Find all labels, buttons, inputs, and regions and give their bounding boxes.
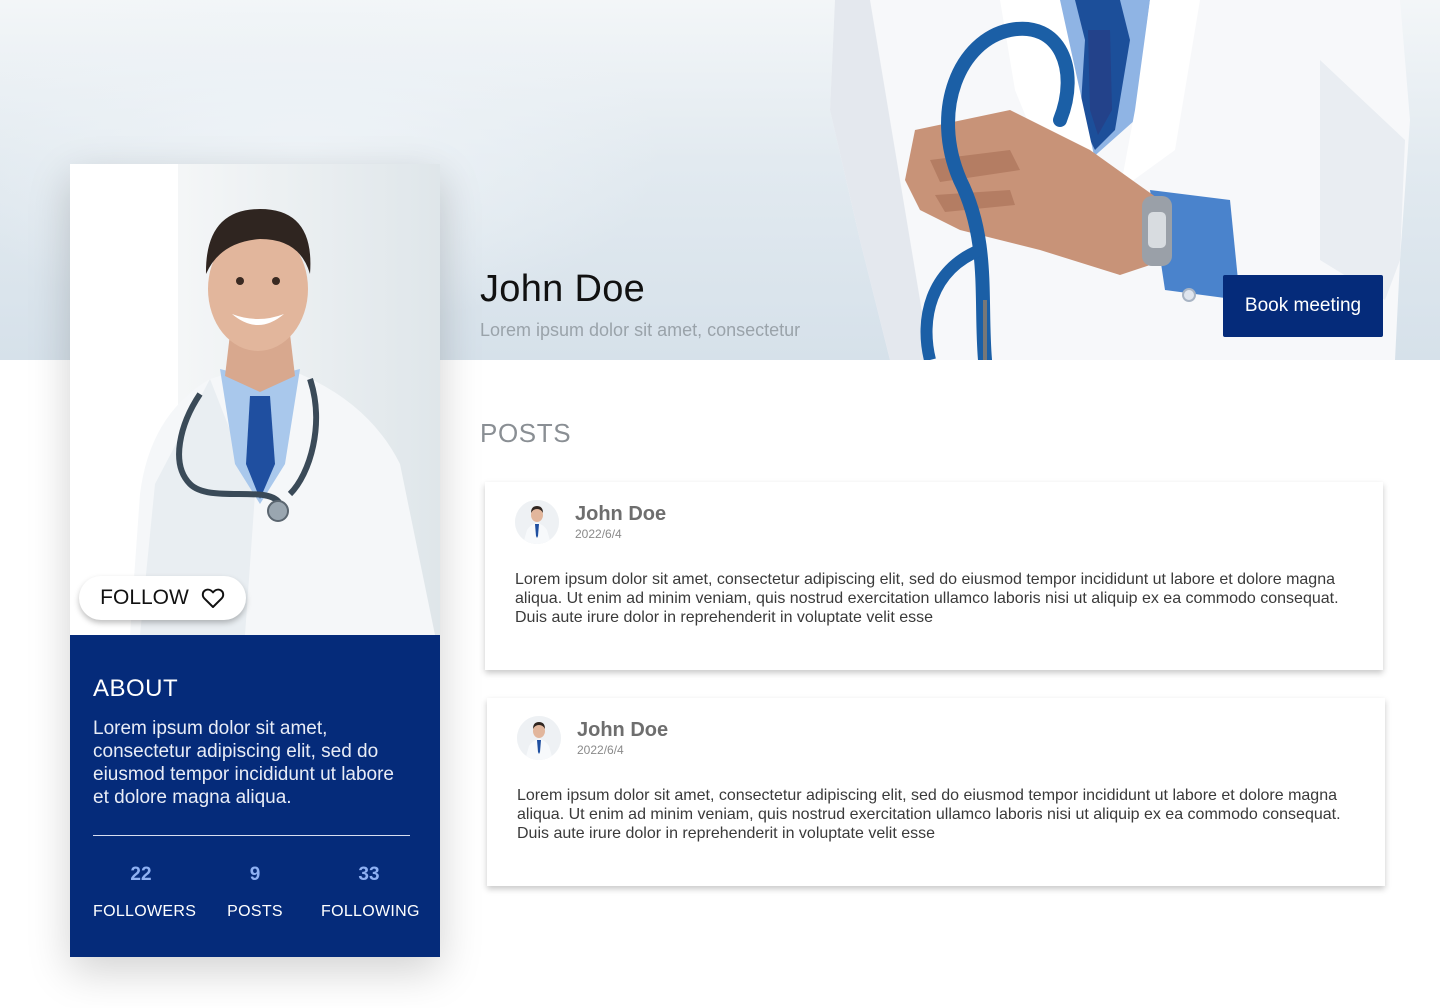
post-meta: John Doe 2022/6/4 (575, 503, 666, 541)
book-meeting-button[interactable]: Book meeting (1223, 275, 1383, 337)
stat-followers-value: 22 (130, 864, 152, 885)
about-divider (93, 835, 410, 836)
avatar[interactable] (517, 716, 561, 760)
stat-posts[interactable]: 9 POSTS (189, 864, 321, 921)
heart-icon (201, 588, 225, 608)
post-author[interactable]: John Doe (577, 719, 668, 742)
stat-following-label: FOLLOWING (321, 903, 420, 920)
follow-label: FOLLOW (100, 586, 189, 609)
hero-subtitle: Lorem ipsum dolor sit amet, consectetur (480, 320, 801, 340)
stat-followers[interactable]: 22 FOLLOWERS (93, 864, 197, 921)
stat-following[interactable]: 33 FOLLOWING (321, 864, 420, 921)
post-author[interactable]: John Doe (575, 503, 666, 526)
avatar[interactable] (515, 500, 559, 544)
stat-posts-label: POSTS (227, 903, 283, 920)
post-body: Lorem ipsum dolor sit amet, consectetur … (517, 787, 1341, 842)
follow-button[interactable]: FOLLOW (79, 576, 246, 620)
post-body: Lorem ipsum dolor sit amet, consectetur … (515, 571, 1339, 626)
post-header: John Doe 2022/6/4 (515, 500, 666, 544)
hero-name: John Doe (480, 268, 646, 310)
profile-stats: 22 FOLLOWERS 9 POSTS 33 FOLLOWING (93, 864, 433, 921)
profile-photo (70, 164, 440, 635)
post-date: 2022/6/4 (577, 743, 624, 757)
about-title: ABOUT (93, 675, 179, 702)
about-section: ABOUT Lorem ipsum dolor sit amet, consec… (70, 635, 440, 957)
post-header: John Doe 2022/6/4 (517, 716, 668, 760)
profile-card: FOLLOW ABOUT Lorem ipsum dolor sit amet,… (70, 164, 440, 957)
about-text: Lorem ipsum dolor sit amet, consectetur … (93, 718, 395, 808)
stat-followers-label: FOLLOWERS (93, 903, 197, 920)
post-date: 2022/6/4 (575, 527, 622, 541)
avatar-image (517, 716, 561, 760)
posts-heading: POSTS (480, 418, 572, 448)
post-meta: John Doe 2022/6/4 (577, 719, 668, 757)
stat-posts-value: 9 (249, 864, 261, 885)
avatar-image (515, 500, 559, 544)
post-card[interactable]: John Doe 2022/6/4 Lorem ipsum dolor sit … (487, 698, 1385, 886)
stat-following-value: 33 (358, 864, 380, 885)
doctor-portrait-image (70, 164, 440, 635)
post-card[interactable]: John Doe 2022/6/4 Lorem ipsum dolor sit … (485, 482, 1383, 670)
